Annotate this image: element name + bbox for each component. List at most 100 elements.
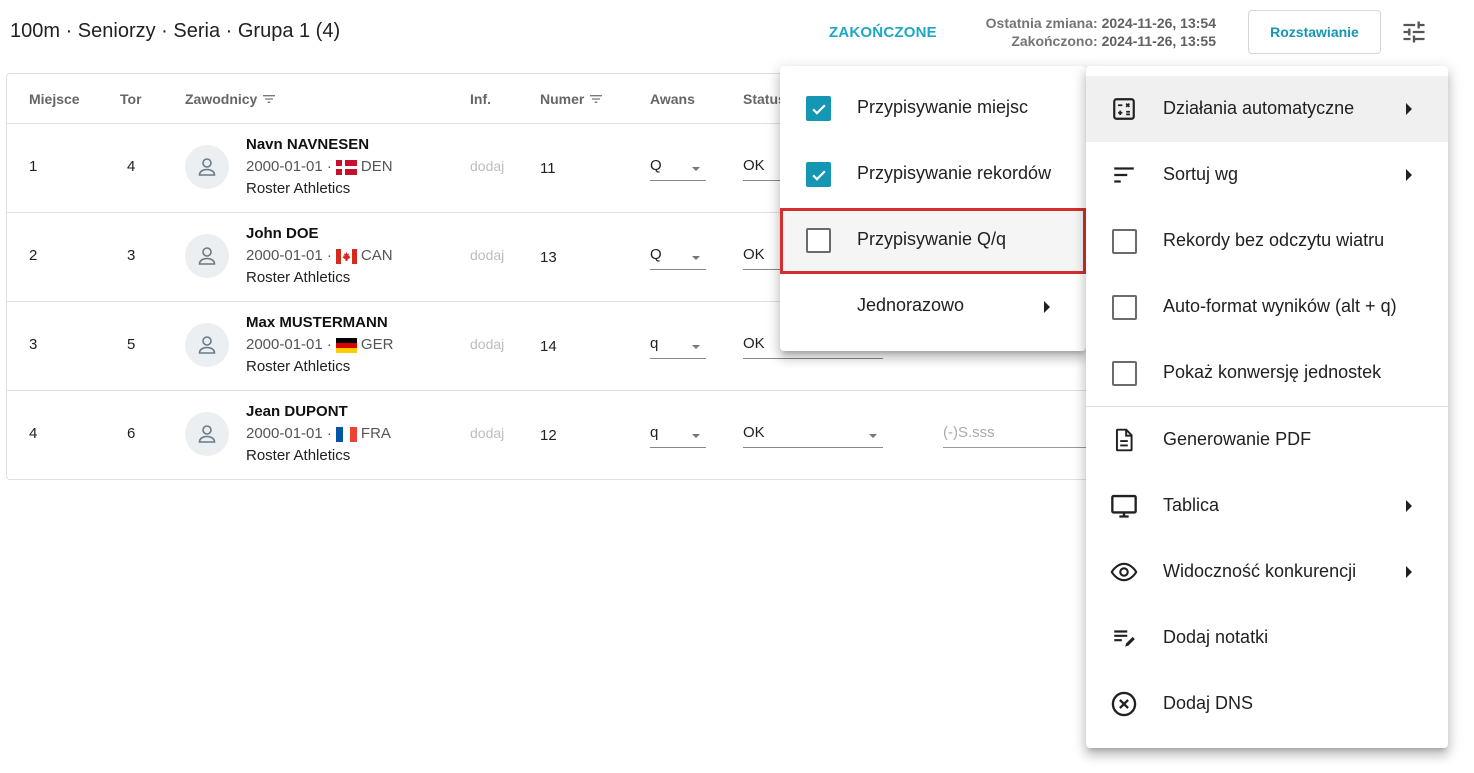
menu-item-label: Pokaż konwersję jednostek xyxy=(1163,362,1382,382)
col-lane: Tor xyxy=(120,91,142,107)
avatar xyxy=(185,323,229,367)
submenu-arrow-icon xyxy=(1406,566,1412,578)
advance-select[interactable]: Q xyxy=(650,157,706,181)
menu-item-scoreboard[interactable]: Tablica xyxy=(1086,473,1448,539)
dropdown-arrow-icon xyxy=(869,434,877,438)
dropdown-arrow-icon xyxy=(692,167,700,171)
menu-item-add-notes[interactable]: Dodaj notatki xyxy=(1086,605,1448,671)
checkbox-unchecked-icon[interactable] xyxy=(1112,361,1137,386)
flag-canada-icon xyxy=(335,248,357,264)
number-cell: 12 xyxy=(540,427,557,444)
submenu-arrow-icon xyxy=(1044,301,1050,313)
menu-item-label: Tablica xyxy=(1163,495,1220,515)
place-cell: 4 xyxy=(29,425,38,442)
tune-icon[interactable] xyxy=(1396,14,1432,50)
menu-item-assign-places[interactable]: Przypisywanie miejsc xyxy=(780,76,1086,142)
avatar xyxy=(185,234,229,278)
birth-date: 2000-01-01 · xyxy=(246,336,332,353)
options-menu: Działania automatyczne Sortuj wg Rekordy… xyxy=(1086,66,1448,748)
col-athletes[interactable]: Zawodnicy xyxy=(185,91,277,107)
number-cell: 11 xyxy=(540,160,556,177)
advance-select[interactable]: q xyxy=(650,335,706,359)
place-cell: 2 xyxy=(29,247,38,264)
col-advance: Awans xyxy=(650,91,695,107)
athlete-info[interactable]: Navn NAVNESEN 2000-01-01 · DEN Roster At… xyxy=(246,134,393,200)
submenu-arrow-icon xyxy=(1406,500,1412,512)
birth-date: 2000-01-01 · xyxy=(246,158,332,175)
menu-item-generate-pdf[interactable]: Generowanie PDF xyxy=(1086,407,1448,473)
monitor-icon xyxy=(1110,492,1138,520)
person-icon xyxy=(198,247,216,265)
checkbox-checked-icon[interactable] xyxy=(806,96,831,121)
advance-select[interactable]: q xyxy=(650,424,706,448)
athlete-info[interactable]: Jean DUPONT 2000-01-01 · FRA Roster Athl… xyxy=(246,401,391,467)
country-code: GER xyxy=(360,336,394,353)
advance-select[interactable]: Q xyxy=(650,246,706,270)
page-title: 100m · Seniorzy · Seria · Grupa 1 (4) xyxy=(10,20,341,42)
menu-item-records-no-wind[interactable]: Rekordy bez odczytu wiatru xyxy=(1086,208,1448,274)
page: 100m · Seniorzy · Seria · Grupa 1 (4) ZA… xyxy=(0,0,1474,773)
athlete-info[interactable]: John DOE 2000-01-01 · CAN Roster Athleti… xyxy=(246,223,393,289)
athlete-name[interactable]: Jean DUPONT xyxy=(246,401,391,423)
athlete-name[interactable]: Max MUSTERMANN xyxy=(246,312,393,334)
status-select[interactable]: OK xyxy=(743,424,883,448)
sort-icon xyxy=(1110,161,1138,189)
checkbox-unchecked-icon[interactable] xyxy=(1112,295,1137,320)
menu-item-auto-actions[interactable]: Działania automatyczne xyxy=(1086,76,1448,142)
menu-item-event-visibility[interactable]: Widoczność konkurencji xyxy=(1086,539,1448,605)
birth-date: 2000-01-01 · xyxy=(246,247,332,264)
result-input[interactable]: (-)S.sss xyxy=(943,424,1088,448)
lane-cell: 4 xyxy=(127,158,136,175)
checkbox-unchecked-icon[interactable] xyxy=(806,228,831,253)
club-name: Roster Athletics xyxy=(246,180,351,197)
menu-item-one-time[interactable]: Jednorazowo xyxy=(780,274,1086,340)
filter-icon[interactable] xyxy=(261,91,277,107)
flag-germany-icon xyxy=(335,337,357,353)
add-info-link[interactable]: dodaj xyxy=(470,425,504,441)
menu-item-sort-by[interactable]: Sortuj wg xyxy=(1086,142,1448,208)
dropdown-arrow-icon xyxy=(692,256,700,260)
filter-icon[interactable] xyxy=(588,91,604,107)
eye-icon xyxy=(1110,558,1138,586)
athlete-info[interactable]: Max MUSTERMANN 2000-01-01 · GER Roster A… xyxy=(246,312,393,378)
menu-item-assign-qualifiers[interactable]: Przypisywanie Q/q xyxy=(780,208,1086,274)
checkbox-unchecked-icon[interactable] xyxy=(1112,229,1137,254)
athlete-name[interactable]: Navn NAVNESEN xyxy=(246,134,393,156)
menu-item-add-dns[interactable]: Dodaj DNS xyxy=(1086,671,1448,737)
dropdown-arrow-icon xyxy=(692,434,700,438)
menu-item-label: Przypisywanie rekordów xyxy=(857,163,1052,183)
lane-cell: 5 xyxy=(127,336,136,353)
menu-item-label: Jednorazowo xyxy=(857,295,965,315)
add-info-link[interactable]: dodaj xyxy=(470,158,504,174)
checkbox-checked-icon[interactable] xyxy=(806,162,831,187)
menu-item-unit-conversion[interactable]: Pokaż konwersję jednostek xyxy=(1086,340,1448,406)
add-info-link[interactable]: dodaj xyxy=(470,247,504,263)
seeding-button[interactable]: Rozstawianie xyxy=(1248,10,1381,54)
flag-france-icon xyxy=(335,426,357,442)
place-cell: 1 xyxy=(29,158,38,175)
add-info-link[interactable]: dodaj xyxy=(470,336,504,352)
timestamps: Ostatnia zmiana: 2024-11-26, 13:54 Zakoń… xyxy=(930,14,1216,50)
birth-date: 2000-01-01 · xyxy=(246,425,332,442)
auto-actions-submenu: Przypisywanie miejsc Przypisywanie rekor… xyxy=(780,66,1086,351)
menu-item-label: Widoczność konkurencji xyxy=(1163,561,1357,581)
menu-item-label: Generowanie PDF xyxy=(1163,429,1312,449)
menu-item-assign-records[interactable]: Przypisywanie rekordów xyxy=(780,142,1086,208)
number-cell: 14 xyxy=(540,338,557,355)
menu-item-auto-format[interactable]: Auto-format wyników (alt + q) xyxy=(1086,274,1448,340)
country-code: FRA xyxy=(360,425,391,442)
athlete-name[interactable]: John DOE xyxy=(246,223,393,245)
place-cell: 3 xyxy=(29,336,38,353)
lane-cell: 6 xyxy=(127,425,136,442)
country-code: CAN xyxy=(360,247,393,264)
col-number[interactable]: Numer xyxy=(540,91,604,107)
club-name: Roster Athletics xyxy=(246,358,351,375)
club-name: Roster Athletics xyxy=(246,447,351,464)
menu-item-label: Dodaj notatki xyxy=(1163,627,1269,647)
menu-item-label: Przypisywanie Q/q xyxy=(857,229,1007,249)
calculator-icon xyxy=(1110,95,1138,123)
col-info: Inf. xyxy=(470,91,491,107)
avatar xyxy=(185,412,229,456)
document-icon xyxy=(1110,426,1138,454)
table-row[interactable]: 4 6 Jean DUPONT 2000-01-01 · FRA Roster … xyxy=(7,391,1105,479)
